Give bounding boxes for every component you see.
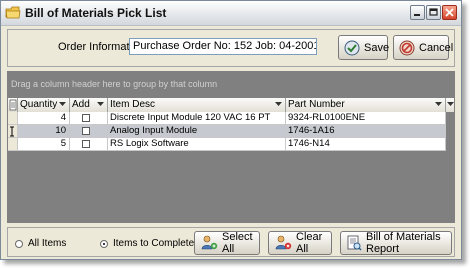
all-items-label: All Items xyxy=(28,238,67,249)
select-all-icon xyxy=(200,235,218,251)
quantity-filter-icon[interactable] xyxy=(58,100,67,109)
part-number-header-label: Part Number xyxy=(288,99,345,110)
text-cursor-icon xyxy=(10,126,14,137)
order-info-panel: Order Information: Purchase Order No: 15… xyxy=(7,29,455,67)
bom-report-label: Bill of Materials Report xyxy=(366,231,441,255)
add-filter-icon[interactable] xyxy=(96,100,105,109)
row-selector-header[interactable] xyxy=(8,98,18,112)
part-number-cell[interactable]: 9324-RL0100ENE xyxy=(286,112,446,125)
all-items-radio[interactable]: All Items xyxy=(15,238,66,249)
items-to-complete-radio[interactable]: Items to Complete xyxy=(100,238,194,249)
cancel-icon xyxy=(399,40,415,56)
quantity-cell[interactable]: 5 xyxy=(18,138,70,151)
maximize-icon xyxy=(429,8,438,16)
item-desc-cell[interactable]: Discrete Input Module 120 VAC 16 PT xyxy=(108,112,286,125)
add-checkbox[interactable] xyxy=(82,127,90,135)
select-all-button[interactable]: Select All xyxy=(194,231,260,255)
bom-report-button[interactable]: Bill of Materials Report xyxy=(340,231,452,255)
cancel-button[interactable]: Cancel xyxy=(393,35,453,60)
group-by-area[interactable]: Drag a column header here to group by th… xyxy=(8,72,454,96)
actions-panel: All Items Items to Complete Select All C… xyxy=(7,227,455,257)
add-header-label: Add xyxy=(72,99,90,110)
close-window-button[interactable] xyxy=(442,5,457,20)
item-desc-cell[interactable]: Analog Input Module xyxy=(108,125,286,138)
title-bar[interactable]: Bill of Materials Pick List xyxy=(1,1,461,26)
column-header-item-desc[interactable]: Item Desc xyxy=(108,98,286,112)
minimize-button[interactable] xyxy=(410,5,425,20)
minimize-icon xyxy=(414,14,420,16)
close-icon xyxy=(445,8,454,17)
add-checkbox[interactable] xyxy=(82,140,90,148)
item-desc-cell[interactable]: RS Logix Software xyxy=(108,138,286,151)
grid-body: 4 Discrete Input Module 120 VAC 16 PT 93… xyxy=(8,112,454,222)
grid-header: Quantity Add Item Desc Part Number xyxy=(8,98,454,113)
quantity-cell[interactable]: 10 xyxy=(18,125,70,138)
clear-all-icon xyxy=(274,235,292,251)
cancel-button-label: Cancel xyxy=(419,41,454,54)
add-cell[interactable] xyxy=(70,125,108,138)
pick-list-window: Bill of Materials Pick List Order Inform… xyxy=(0,0,462,260)
table-row[interactable]: 5 RS Logix Software 1746-N14 xyxy=(8,138,446,151)
column-header-add[interactable]: Add xyxy=(70,98,108,112)
add-checkbox[interactable] xyxy=(82,114,90,122)
folder-icon xyxy=(5,6,21,20)
column-chooser-icon xyxy=(9,99,17,111)
add-cell[interactable] xyxy=(70,112,108,125)
group-by-hint: Drag a column header here to group by th… xyxy=(11,79,218,89)
save-button-label: Save xyxy=(364,41,390,54)
items-to-complete-label: Items to Complete xyxy=(113,238,195,249)
add-cell[interactable] xyxy=(70,138,108,151)
table-row[interactable]: 4 Discrete Input Module 120 VAC 16 PT 93… xyxy=(8,112,446,125)
quantity-header-label: Quantity xyxy=(20,99,58,110)
item-desc-header-label: Item Desc xyxy=(110,99,156,110)
part-number-filter-icon[interactable] xyxy=(434,100,443,109)
table-row[interactable]: 10 Analog Input Module 1746-1A16 xyxy=(8,125,446,138)
row-indicator[interactable] xyxy=(8,112,18,125)
quantity-cell[interactable]: 4 xyxy=(18,112,70,125)
chevron-down-icon xyxy=(446,100,455,109)
select-all-label: Select All xyxy=(222,231,253,255)
clear-all-label: Clear All xyxy=(296,231,323,255)
order-info-field[interactable]: Purchase Order No: 152 Job: 04-2001 xyxy=(129,38,317,55)
extra-column-dropdown[interactable] xyxy=(446,98,454,112)
row-indicator[interactable] xyxy=(8,125,18,138)
save-icon xyxy=(344,40,360,56)
part-number-cell[interactable]: 1746-1A16 xyxy=(286,125,446,138)
window-title: Bill of Materials Pick List xyxy=(25,6,167,20)
save-button[interactable]: Save xyxy=(338,35,390,60)
items-grid: Drag a column header here to group by th… xyxy=(7,71,455,223)
all-items-radio-dot[interactable] xyxy=(15,239,23,248)
clear-all-button[interactable]: Clear All xyxy=(268,231,332,255)
items-to-complete-radio-dot[interactable] xyxy=(100,239,108,248)
item-desc-filter-icon[interactable] xyxy=(274,100,283,109)
maximize-button[interactable] xyxy=(426,5,441,20)
report-icon xyxy=(346,235,362,251)
row-indicator[interactable] xyxy=(8,138,18,151)
column-header-part-number[interactable]: Part Number xyxy=(286,98,446,112)
column-header-quantity[interactable]: Quantity xyxy=(18,98,70,112)
part-number-cell[interactable]: 1746-N14 xyxy=(286,138,446,151)
